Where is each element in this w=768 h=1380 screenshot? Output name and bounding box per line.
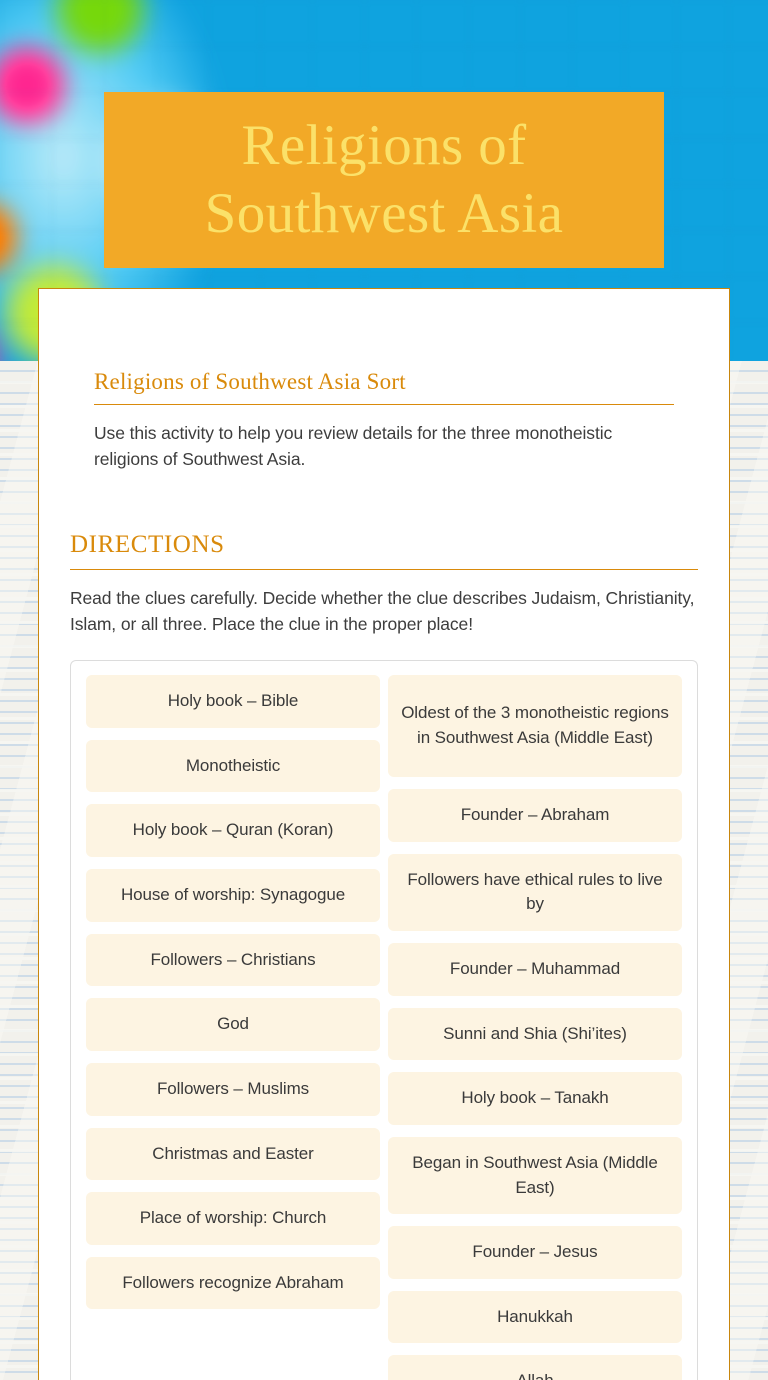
clue-tile[interactable]: Hanukkah xyxy=(388,1290,682,1344)
activity-header-block: Religions of Southwest Asia Sort Use thi… xyxy=(39,289,729,473)
clue-tile[interactable]: Place of worship: Church xyxy=(86,1192,380,1245)
clue-tile[interactable]: Founder – Abraham xyxy=(388,789,682,842)
clue-column-right: Oldest of the 3 monotheistic regions in … xyxy=(388,675,682,1380)
clue-tile[interactable]: Began in Southwest Asia (Middle East) xyxy=(388,1136,682,1215)
clue-tile[interactable]: Holy book – Bible xyxy=(86,675,380,728)
clue-tile[interactable]: Followers recognize Abraham xyxy=(86,1256,380,1310)
directions-heading: DIRECTIONS xyxy=(70,530,225,558)
clue-tile[interactable]: House of worship: Synagogue xyxy=(86,868,380,922)
clue-tile[interactable]: Followers have ethical rules to live by xyxy=(388,853,682,931)
page-title-line-1: Religions of xyxy=(241,113,527,177)
page-title-line-2: Southwest Asia xyxy=(204,182,564,245)
title-banner: Religions of Southwest Asia xyxy=(104,92,664,268)
clue-tile[interactable]: Sunni and Shia (Shi’ites) xyxy=(388,1007,682,1061)
clue-bank-panel: Holy book – Bible Monotheistic Holy book –… xyxy=(70,660,698,1380)
activity-title: Religions of Southwest Asia Sort xyxy=(94,369,406,394)
directions-block: DIRECTIONS Read the clues carefully. Dec… xyxy=(39,473,729,639)
clue-tile[interactable]: Christmas and Easter xyxy=(86,1127,380,1181)
clue-tile[interactable]: Allah xyxy=(388,1355,682,1380)
clue-tile[interactable]: Holy book – Tanakh xyxy=(388,1072,682,1125)
clue-tile[interactable]: Monotheistic xyxy=(86,739,380,793)
activity-description: Use this activity to help you review det… xyxy=(94,423,613,470)
clue-tile[interactable]: Followers – Christians xyxy=(86,933,380,987)
clue-tile[interactable]: Holy book – Quran (Koran) xyxy=(86,804,380,857)
directions-text: Read the clues carefully. Decide whether… xyxy=(70,587,695,635)
clue-tile[interactable]: Founder – Jesus xyxy=(388,1226,682,1279)
clue-tile[interactable]: Founder – Muhammad xyxy=(388,942,682,996)
clue-tile[interactable]: Followers – Muslims xyxy=(86,1062,380,1116)
page-title: Religions of Southwest Asia xyxy=(205,112,564,249)
content-card: Religions of Southwest Asia Sort Use thi… xyxy=(38,288,730,1380)
clue-tile[interactable]: God xyxy=(86,998,380,1051)
clue-column-left: Holy book – Bible Monotheistic Holy book –… xyxy=(86,675,380,1380)
clue-tile[interactable]: Oldest of the 3 monotheistic regions in … xyxy=(388,675,682,778)
